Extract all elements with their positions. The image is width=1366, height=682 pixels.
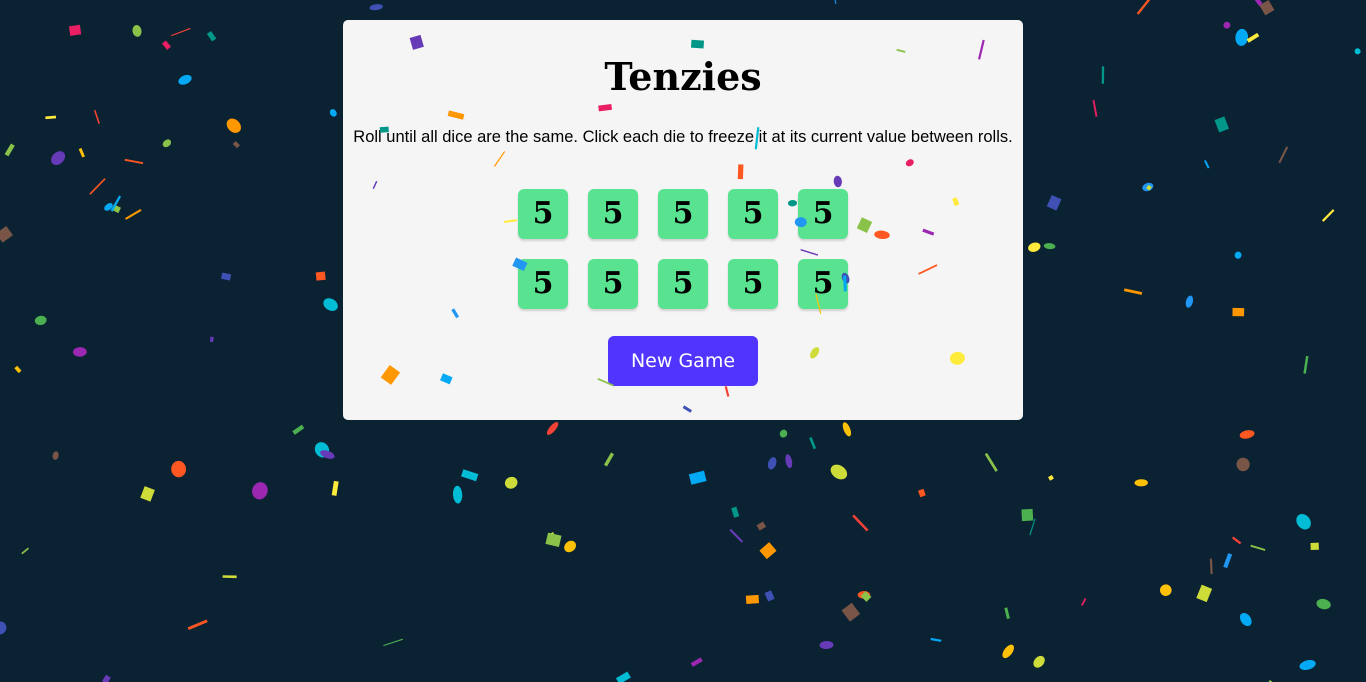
die-9[interactable]: 5 — [728, 259, 778, 309]
game-title: Tenzies — [604, 54, 762, 99]
game-screen: Tenzies Roll until all dice are the same… — [0, 0, 1366, 682]
die-value: 5 — [672, 196, 694, 231]
die-4[interactable]: 5 — [728, 189, 778, 239]
new-game-button[interactable]: New Game — [608, 336, 758, 386]
die-value: 5 — [672, 266, 694, 301]
board-content: Tenzies Roll until all dice are the same… — [0, 0, 1366, 682]
game-instructions: Roll until all dice are the same. Click … — [353, 128, 1013, 146]
die-2[interactable]: 5 — [588, 189, 638, 239]
die-value: 5 — [812, 266, 834, 301]
die-5[interactable]: 5 — [798, 189, 848, 239]
die-3[interactable]: 5 — [658, 189, 708, 239]
die-value: 5 — [742, 196, 764, 231]
dice-grid: 5 5 5 5 5 5 5 5 5 5 — [518, 189, 848, 309]
die-value: 5 — [742, 266, 764, 301]
die-value: 5 — [532, 196, 554, 231]
die-value: 5 — [602, 196, 624, 231]
die-8[interactable]: 5 — [658, 259, 708, 309]
die-value: 5 — [602, 266, 624, 301]
die-7[interactable]: 5 — [588, 259, 638, 309]
die-value: 5 — [812, 196, 834, 231]
die-1[interactable]: 5 — [518, 189, 568, 239]
die-10[interactable]: 5 — [798, 259, 848, 309]
die-value: 5 — [532, 266, 554, 301]
die-6[interactable]: 5 — [518, 259, 568, 309]
